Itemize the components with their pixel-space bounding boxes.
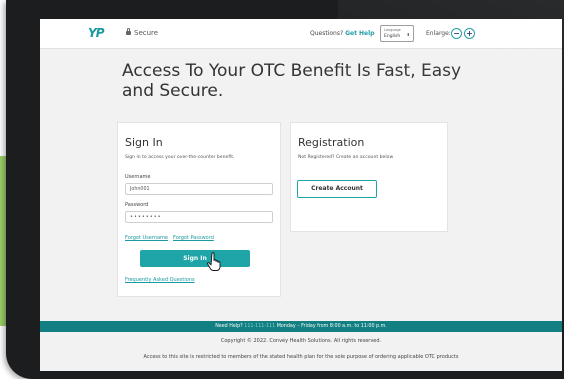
chevron-updown-icon: ⬍ [406, 32, 410, 37]
top-header-bar: YP Secure Questions? Get Help Language E… [40, 19, 562, 49]
questions-label: Questions? [310, 30, 344, 37]
sign-in-description: Sign in to access your over-the-counter … [125, 155, 235, 160]
help-hours: Monday – Friday from 8:00 a.m. to 11:00 … [276, 324, 387, 329]
language-select[interactable]: Language English ⬍ [380, 25, 414, 42]
forgot-username-link[interactable]: Forgot Username [125, 235, 168, 241]
forgot-links: Forgot Username Forgot Password [125, 235, 219, 241]
zoom-out-button[interactable]: − [451, 28, 462, 39]
registration-card: Registration Not Registered? Create an a… [290, 122, 448, 232]
help-bar: Need Help? 111-111-111 Monday – Friday f… [40, 321, 562, 332]
enlarge-label: Enlarge: [426, 30, 451, 37]
get-help-link[interactable]: Get Help [345, 30, 374, 37]
username-label: Username [125, 174, 151, 180]
create-account-button[interactable]: Create Account [297, 180, 377, 198]
help-prompt: Questions? Get Help [310, 30, 374, 37]
secure-indicator: Secure [126, 28, 159, 37]
page-headline: Access To Your OTC Benefit Is Fast, Easy… [122, 61, 462, 101]
help-prefix: Need Help? [215, 324, 243, 329]
language-value: English [384, 34, 401, 39]
faq-link[interactable]: Frequently Asked Questions [125, 277, 195, 283]
lock-icon [126, 28, 131, 35]
help-phone-link[interactable]: 111-111-111 [244, 324, 275, 329]
laptop-frame: YP Secure Questions? Get Help Language E… [6, 0, 564, 379]
forgot-password-link[interactable]: Forgot Password [173, 235, 214, 241]
secure-label: Secure [134, 29, 159, 37]
copyright-text: Copyright © 2022. Convey Health Solution… [220, 338, 382, 344]
password-label: Password [125, 202, 149, 208]
registration-title: Registration [298, 136, 365, 149]
username-input[interactable]: John001 [125, 183, 273, 195]
logo-mark: YP [88, 26, 105, 40]
sign-in-card: Sign In Sign in to access your over-the-… [117, 122, 281, 297]
password-input[interactable]: •••••••• [125, 211, 273, 223]
hand-pointer-icon [207, 252, 221, 271]
language-caption: Language [384, 28, 401, 32]
zoom-in-button[interactable]: + [464, 28, 475, 39]
sign-in-button[interactable]: Sign In [140, 250, 250, 267]
brand-logo[interactable]: YP [88, 26, 118, 42]
registration-description: Not Registered? Create an account below [298, 155, 394, 160]
restriction-notice: Access to this site is restricted to mem… [143, 354, 459, 360]
browser-screen: YP Secure Questions? Get Help Language E… [40, 19, 562, 371]
sign-in-title: Sign In [125, 136, 163, 149]
